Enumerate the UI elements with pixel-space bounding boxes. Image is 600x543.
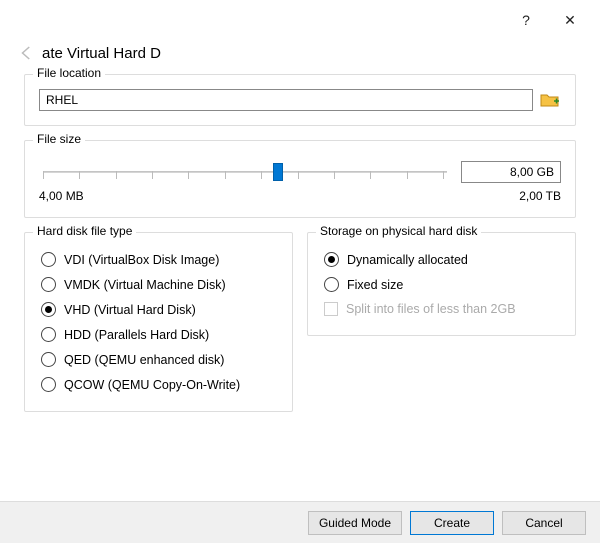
file-size-legend: File size	[33, 132, 85, 146]
guided-mode-button[interactable]: Guided Mode	[308, 511, 402, 535]
titlebar: ? ✕	[0, 0, 600, 40]
cancel-button[interactable]: Cancel	[502, 511, 586, 535]
file-location-legend: File location	[33, 66, 105, 80]
disk-type-label: QCOW (QEMU Copy-On-Write)	[64, 378, 240, 392]
disk-type-option[interactable]: HDD (Parallels Hard Disk)	[39, 322, 278, 347]
size-max-label: 2,00 TB	[519, 189, 561, 203]
storage-option[interactable]: Dynamically allocated	[322, 247, 561, 272]
disk-type-label: QED (QEMU enhanced disk)	[64, 353, 224, 367]
size-slider[interactable]	[39, 157, 451, 187]
radio-icon	[41, 277, 56, 292]
disk-type-group: Hard disk file type VDI (VirtualBox Disk…	[24, 232, 293, 412]
storage-option-label: Fixed size	[347, 278, 403, 292]
storage-option[interactable]: Fixed size	[322, 272, 561, 297]
radio-icon	[41, 377, 56, 392]
disk-type-option[interactable]: QCOW (QEMU Copy-On-Write)	[39, 372, 278, 397]
size-input[interactable]	[461, 161, 561, 183]
file-size-group: File size 4,00 MB 2,00 TB	[24, 140, 576, 218]
storage-option-label: Dynamically allocated	[347, 253, 468, 267]
dialog-footer: Guided Mode Create Cancel	[0, 501, 600, 543]
disk-type-option[interactable]: QED (QEMU enhanced disk)	[39, 347, 278, 372]
disk-type-legend: Hard disk file type	[33, 224, 136, 238]
size-min-label: 4,00 MB	[39, 189, 84, 203]
storage-group: Storage on physical hard disk Dynamicall…	[307, 232, 576, 336]
disk-type-label: VMDK (Virtual Machine Disk)	[64, 278, 226, 292]
disk-type-label: HDD (Parallels Hard Disk)	[64, 328, 209, 342]
disk-type-label: VHD (Virtual Hard Disk)	[64, 303, 196, 317]
disk-type-option[interactable]: VDI (VirtualBox Disk Image)	[39, 247, 278, 272]
file-location-group: File location	[24, 74, 576, 126]
radio-icon	[41, 302, 56, 317]
radio-icon	[41, 352, 56, 367]
checkbox-icon	[324, 302, 338, 316]
help-button[interactable]: ?	[504, 4, 548, 36]
split-files-checkbox: Split into files of less than 2GB	[322, 297, 561, 321]
page-title: ate Virtual Hard D	[42, 45, 161, 62]
radio-icon	[324, 252, 339, 267]
disk-type-option[interactable]: VMDK (Virtual Machine Disk)	[39, 272, 278, 297]
size-slider-thumb[interactable]	[273, 163, 283, 181]
back-arrow-icon[interactable]	[18, 44, 36, 62]
disk-type-label: VDI (VirtualBox Disk Image)	[64, 253, 219, 267]
split-files-label: Split into files of less than 2GB	[346, 302, 516, 316]
storage-legend: Storage on physical hard disk	[316, 224, 481, 238]
browse-folder-icon[interactable]	[539, 90, 561, 110]
radio-icon	[41, 327, 56, 342]
file-location-input[interactable]	[39, 89, 533, 111]
radio-icon	[324, 277, 339, 292]
radio-icon	[41, 252, 56, 267]
disk-type-option[interactable]: VHD (Virtual Hard Disk)	[39, 297, 278, 322]
create-button[interactable]: Create	[410, 511, 494, 535]
close-button[interactable]: ✕	[548, 4, 592, 36]
